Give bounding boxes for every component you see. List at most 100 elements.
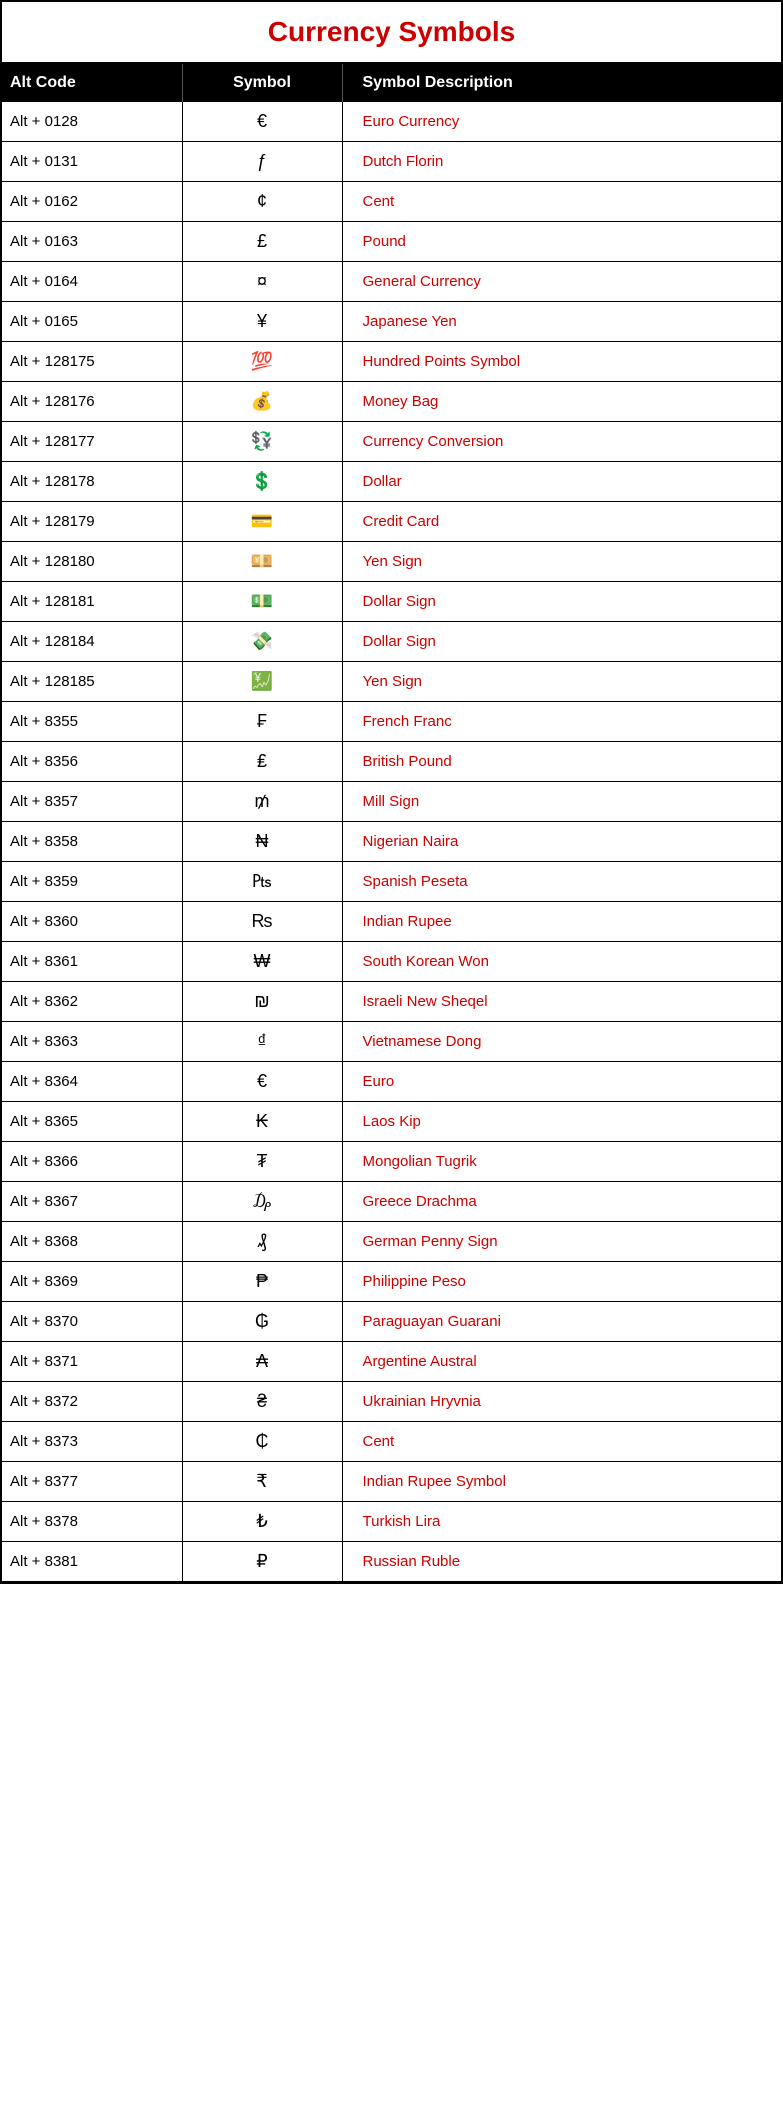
description-cell: Currency Conversion (342, 422, 781, 462)
alt-code-cell: Alt + 8378 (2, 1502, 182, 1542)
symbol-cell: ₮ (182, 1142, 342, 1182)
symbol-cell: ₹ (182, 1462, 342, 1502)
symbol-cell: ¢ (182, 182, 342, 222)
description-cell: Hundred Points Symbol (342, 342, 781, 382)
page-title: Currency Symbols (2, 2, 781, 64)
symbol-cell: 💸 (182, 622, 342, 662)
description-cell: Spanish Peseta (342, 862, 781, 902)
col-header-alt-code: Alt Code (2, 64, 182, 102)
alt-code-cell: Alt + 8381 (2, 1542, 182, 1582)
table-row: Alt + 8363₫Vietnamese Dong (2, 1022, 781, 1062)
description-cell: Yen Sign (342, 662, 781, 702)
table-row: Alt + 8366₮Mongolian Tugrik (2, 1142, 781, 1182)
table-row: Alt + 128185💹Yen Sign (2, 662, 781, 702)
symbol-cell: ₭ (182, 1102, 342, 1142)
alt-code-cell: Alt + 128179 (2, 502, 182, 542)
symbol-cell: ₱ (182, 1262, 342, 1302)
symbol-cell: 💹 (182, 662, 342, 702)
description-cell: Dollar Sign (342, 582, 781, 622)
alt-code-cell: Alt + 8370 (2, 1302, 182, 1342)
table-row: Alt + 8355₣French Franc (2, 702, 781, 742)
table-row: Alt + 128181💵Dollar Sign (2, 582, 781, 622)
symbol-cell: ₵ (182, 1422, 342, 1462)
description-cell: Paraguayan Guarani (342, 1302, 781, 1342)
alt-code-cell: Alt + 8373 (2, 1422, 182, 1462)
symbol-cell: ₽ (182, 1542, 342, 1582)
table-row: Alt + 0163£Pound (2, 222, 781, 262)
table-row: Alt + 0164¤General Currency (2, 262, 781, 302)
symbol-cell: ₯ (182, 1182, 342, 1222)
symbol-cell: 💳 (182, 502, 342, 542)
alt-code-cell: Alt + 128175 (2, 342, 182, 382)
table-row: Alt + 128178💲Dollar (2, 462, 781, 502)
description-cell: Indian Rupee Symbol (342, 1462, 781, 1502)
table-row: Alt + 8373₵Cent (2, 1422, 781, 1462)
table-row: Alt + 8364€Euro (2, 1062, 781, 1102)
table-row: Alt + 8381₽Russian Ruble (2, 1542, 781, 1582)
description-cell: Argentine Austral (342, 1342, 781, 1382)
alt-code-cell: Alt + 0131 (2, 142, 182, 182)
description-cell: Euro (342, 1062, 781, 1102)
col-header-description: Symbol Description (342, 64, 781, 102)
description-cell: Credit Card (342, 502, 781, 542)
alt-code-cell: Alt + 0164 (2, 262, 182, 302)
table-row: Alt + 8369₱Philippine Peso (2, 1262, 781, 1302)
table-row: Alt + 128180💴Yen Sign (2, 542, 781, 582)
alt-code-cell: Alt + 8360 (2, 902, 182, 942)
symbol-cell: ₥ (182, 782, 342, 822)
alt-code-cell: Alt + 8369 (2, 1262, 182, 1302)
symbol-cell: 💯 (182, 342, 342, 382)
description-cell: General Currency (342, 262, 781, 302)
table-row: Alt + 8368₰German Penny Sign (2, 1222, 781, 1262)
description-cell: Mongolian Tugrik (342, 1142, 781, 1182)
description-cell: Dollar Sign (342, 622, 781, 662)
description-cell: French Franc (342, 702, 781, 742)
symbol-cell: € (182, 102, 342, 142)
symbol-cell: ¥ (182, 302, 342, 342)
symbol-cell: € (182, 1062, 342, 1102)
table-row: Alt + 8370₲Paraguayan Guarani (2, 1302, 781, 1342)
alt-code-cell: Alt + 0128 (2, 102, 182, 142)
symbol-cell: ₴ (182, 1382, 342, 1422)
table-row: Alt + 128175💯Hundred Points Symbol (2, 342, 781, 382)
table-row: Alt + 0162¢Cent (2, 182, 781, 222)
table-header-row: Alt Code Symbol Symbol Description (2, 64, 781, 102)
symbol-cell: ₦ (182, 822, 342, 862)
alt-code-cell: Alt + 128176 (2, 382, 182, 422)
symbol-cell: 💲 (182, 462, 342, 502)
description-cell: Israeli New Sheqel (342, 982, 781, 1022)
currency-symbols-table: Currency Symbols Alt Code Symbol Symbol … (0, 0, 783, 1584)
col-header-symbol: Symbol (182, 64, 342, 102)
symbol-cell: ₪ (182, 982, 342, 1022)
alt-code-cell: Alt + 8355 (2, 702, 182, 742)
description-cell: Turkish Lira (342, 1502, 781, 1542)
alt-code-cell: Alt + 8359 (2, 862, 182, 902)
description-cell: German Penny Sign (342, 1222, 781, 1262)
alt-code-cell: Alt + 8367 (2, 1182, 182, 1222)
table-row: Alt + 128177💱Currency Conversion (2, 422, 781, 462)
description-cell: Vietnamese Dong (342, 1022, 781, 1062)
symbol-cell: ₰ (182, 1222, 342, 1262)
symbol-cell: 💰 (182, 382, 342, 422)
table-row: Alt + 8378₺Turkish Lira (2, 1502, 781, 1542)
table-row: Alt + 8360₨Indian Rupee (2, 902, 781, 942)
alt-code-cell: Alt + 8377 (2, 1462, 182, 1502)
alt-code-cell: Alt + 128178 (2, 462, 182, 502)
description-cell: Euro Currency (342, 102, 781, 142)
description-cell: Japanese Yen (342, 302, 781, 342)
symbol-cell: ¤ (182, 262, 342, 302)
description-cell: Russian Ruble (342, 1542, 781, 1582)
symbol-cell: 💱 (182, 422, 342, 462)
table-row: Alt + 8371₳Argentine Austral (2, 1342, 781, 1382)
table-row: Alt + 8357₥Mill Sign (2, 782, 781, 822)
table-row: Alt + 8359₧Spanish Peseta (2, 862, 781, 902)
alt-code-cell: Alt + 128180 (2, 542, 182, 582)
description-cell: Cent (342, 182, 781, 222)
table-row: Alt + 8356₤British Pound (2, 742, 781, 782)
description-cell: Pound (342, 222, 781, 262)
description-cell: Dutch Florin (342, 142, 781, 182)
alt-code-cell: Alt + 0163 (2, 222, 182, 262)
table-row: Alt + 8372₴Ukrainian Hryvnia (2, 1382, 781, 1422)
symbol-cell: ₧ (182, 862, 342, 902)
alt-code-cell: Alt + 8362 (2, 982, 182, 1022)
